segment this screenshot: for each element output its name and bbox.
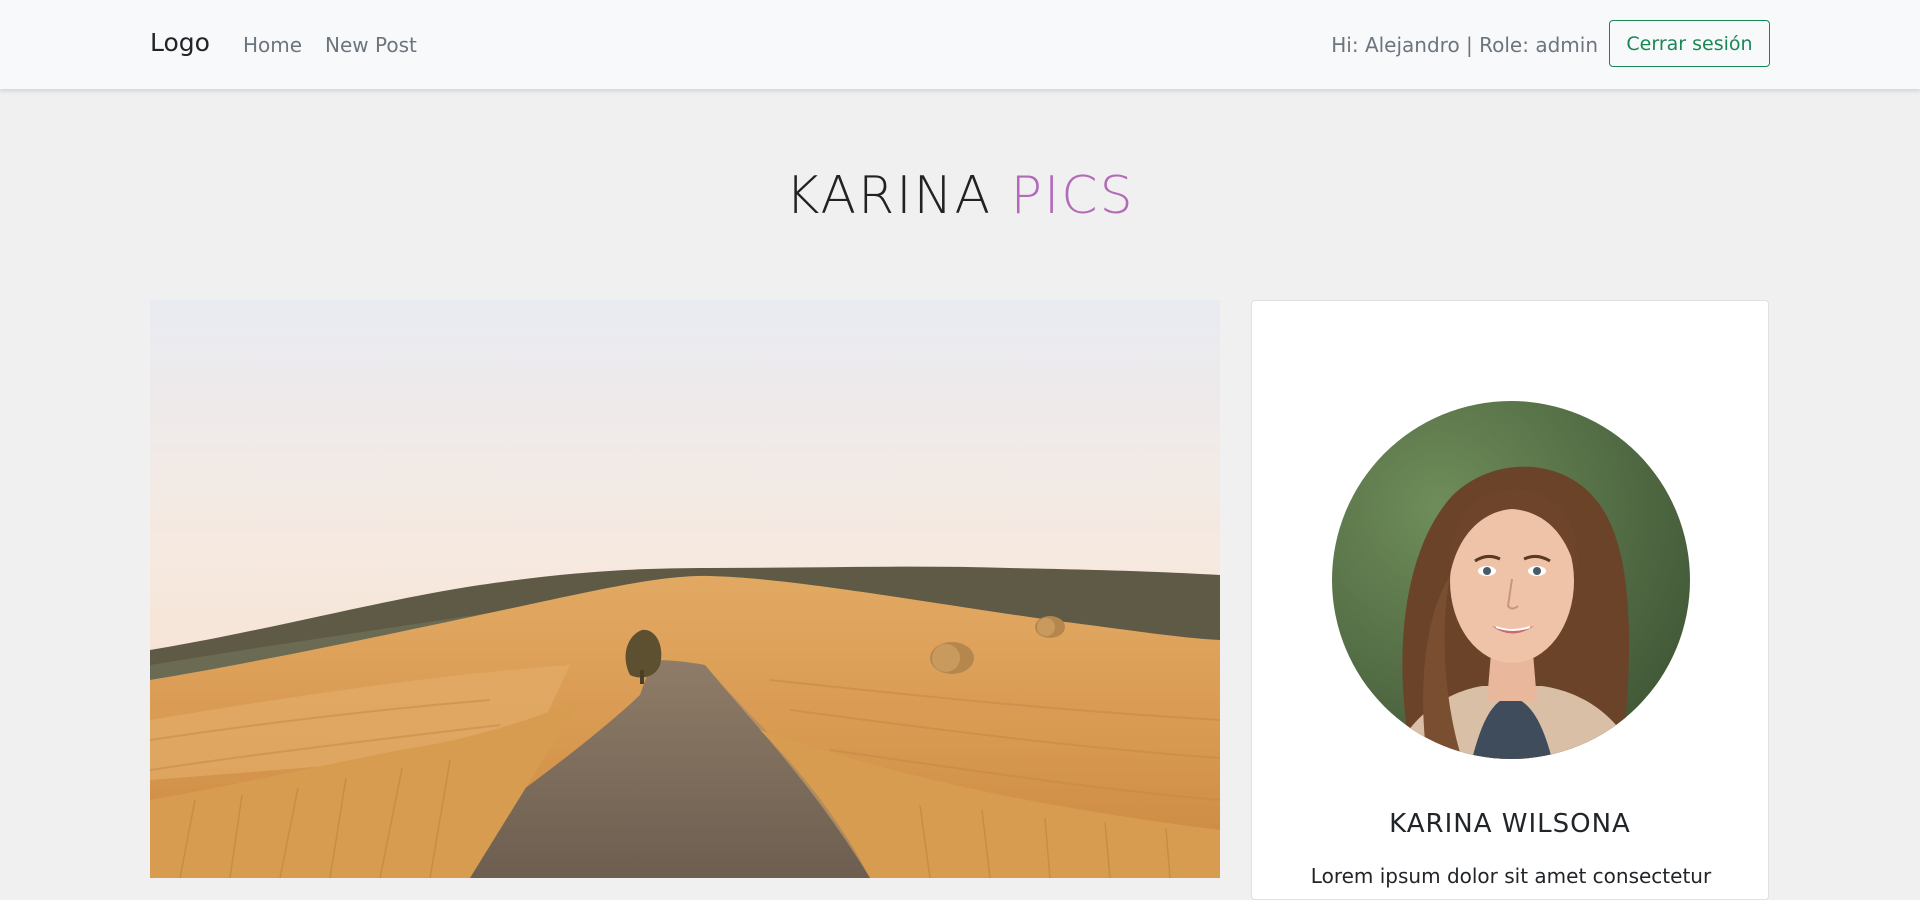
site-title-accent: PICS — [1010, 166, 1135, 226]
user-greeting: Hi: Alejandro | Role: admin — [1331, 33, 1598, 57]
profile-avatar — [1332, 401, 1690, 759]
logout-button[interactable]: Cerrar sesión — [1609, 20, 1770, 67]
profile-bio: Lorem ipsum dolor sit amet consectetur — [1310, 864, 1712, 888]
profile-card: KARINA WILSONA Lorem ipsum dolor sit ame… — [1251, 300, 1769, 900]
hero-landscape-image — [150, 300, 1220, 878]
site-title: KARINA PICS — [0, 166, 1920, 226]
site-title-main: KARINA — [785, 166, 993, 226]
nav-link-home[interactable]: Home — [243, 33, 302, 57]
profile-name: KARINA WILSONA — [1389, 809, 1631, 839]
brand-logo[interactable]: Logo — [150, 28, 210, 57]
top-navbar: Logo Home New Post Hi: Alejandro | Role:… — [0, 0, 1920, 89]
nav-link-new-post[interactable]: New Post — [325, 33, 417, 57]
